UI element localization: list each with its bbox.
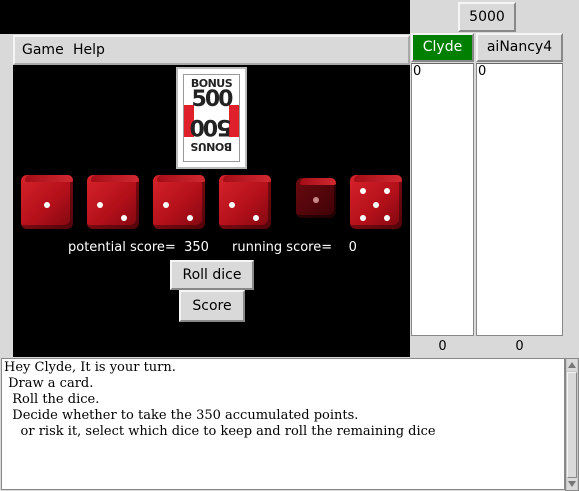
score-button[interactable]: Score <box>179 290 245 322</box>
player-total-ainancy4: 0 <box>515 339 524 354</box>
running-score: running score= 0 <box>232 240 357 255</box>
die-pip <box>360 188 366 195</box>
die-2[interactable] <box>87 175 139 229</box>
message-scrollbar[interactable] <box>565 358 579 491</box>
menu-help[interactable]: Help <box>73 42 105 58</box>
top-black-strip <box>0 0 410 34</box>
scroll-up-arrow-icon[interactable] <box>567 359 577 371</box>
roll-dice-button[interactable]: Roll dice <box>170 260 254 290</box>
die-pip <box>187 215 194 222</box>
player-tab-clyde[interactable]: Clyde <box>411 33 474 62</box>
die-1[interactable] <box>21 175 73 229</box>
running-score-value: 0 <box>348 240 357 255</box>
die-pip <box>121 215 128 222</box>
card-value: 500 <box>191 87 234 112</box>
die-pip <box>253 215 260 222</box>
target-score-button[interactable]: 5000 <box>458 2 516 32</box>
potential-score-label: potential score= <box>68 240 176 255</box>
die-5[interactable] <box>296 178 336 218</box>
die-pip <box>163 201 169 208</box>
die-pip <box>313 197 319 203</box>
player-total-clyde: 0 <box>438 339 447 354</box>
scroll-down-arrow-icon[interactable] <box>567 478 577 490</box>
card-bottom-word: BONUS <box>190 140 233 153</box>
die-pip <box>229 201 235 208</box>
potential-score-value: 350 <box>184 240 209 255</box>
die-pip <box>360 215 366 222</box>
game-board: BONUS 500 500 BONUS potential score= 350… <box>13 65 410 357</box>
player-tab-ainancy4[interactable]: aiNancy4 <box>476 33 563 62</box>
menu-game[interactable]: Game <box>22 42 64 58</box>
die-6[interactable] <box>350 175 402 229</box>
die-pip <box>44 201 50 208</box>
die-4[interactable] <box>219 175 271 229</box>
potential-score: potential score= 350 <box>68 240 209 255</box>
message-text: Hey Clyde, It is your turn. Draw a card.… <box>4 360 436 439</box>
die-pip <box>384 188 391 195</box>
scrollbar-thumb[interactable] <box>567 372 577 478</box>
player-score-history-ainancy4: 0 <box>476 63 563 336</box>
die-pip <box>97 201 103 208</box>
running-score-label: running score= <box>232 240 333 255</box>
message-log[interactable]: Hey Clyde, It is your turn. Draw a card.… <box>1 358 565 490</box>
die-pip <box>384 215 391 222</box>
bonus-card: BONUS 500 500 BONUS <box>176 67 247 169</box>
card-value-inverted: 500 <box>191 114 232 139</box>
die-pip <box>373 201 379 208</box>
menu-bar: Game Help <box>13 35 410 65</box>
player-score-history-clyde: 0 <box>411 63 474 336</box>
die-3[interactable] <box>153 175 205 229</box>
